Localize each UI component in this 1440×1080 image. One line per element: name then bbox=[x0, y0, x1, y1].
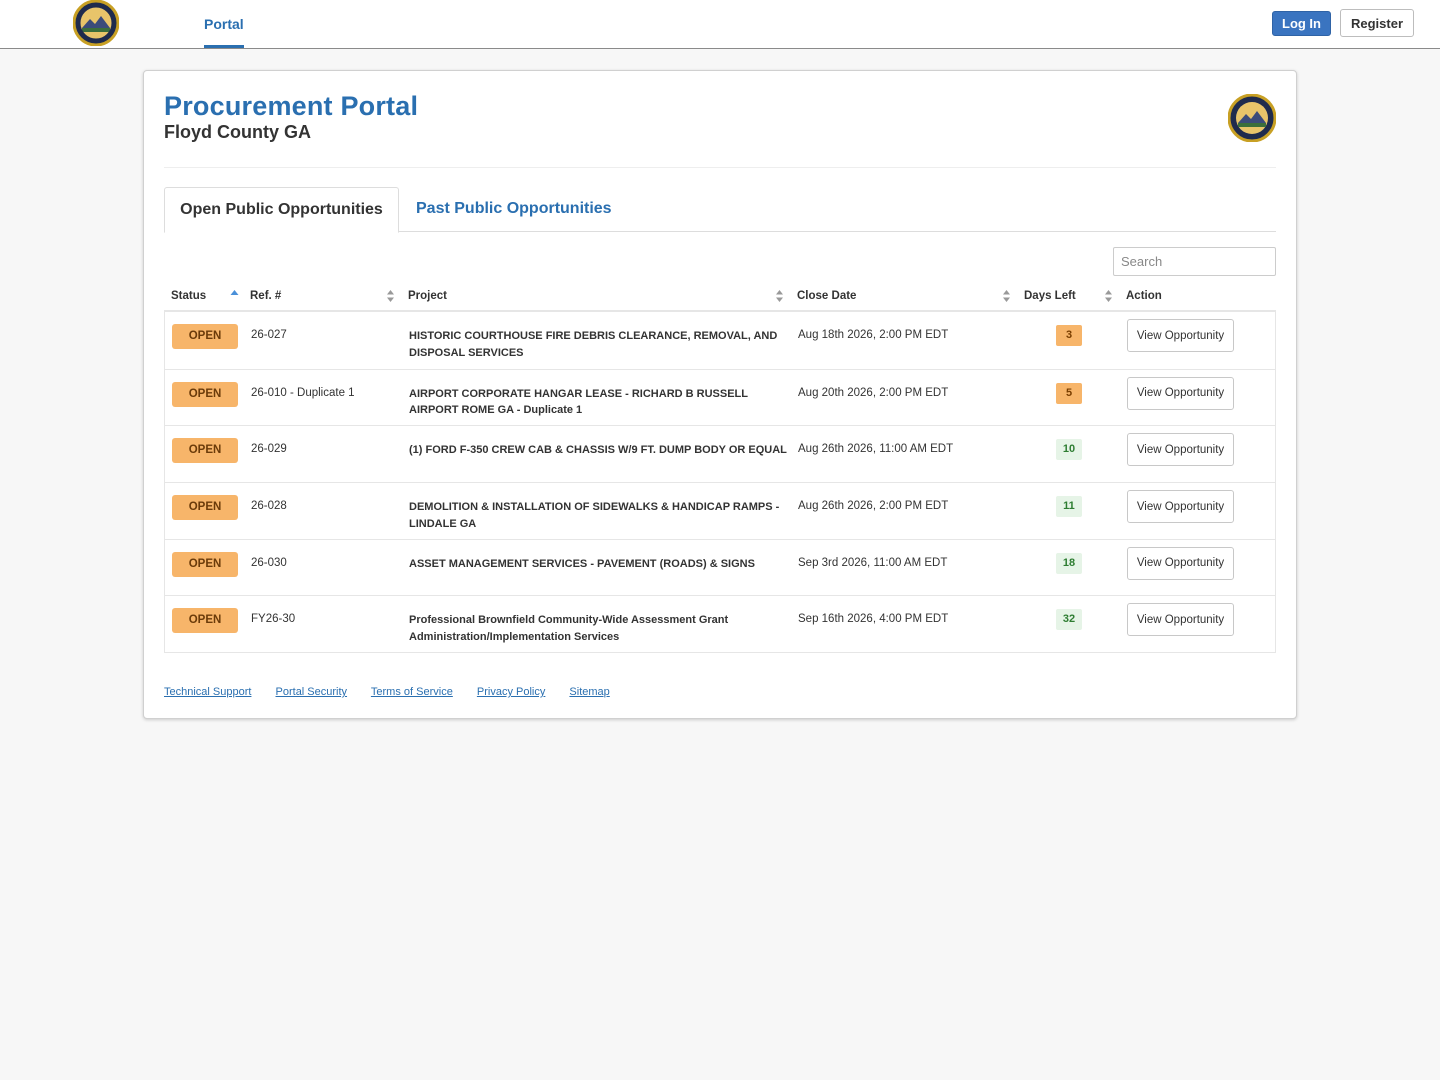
close-date: Sep 16th 2026, 4:00 PM EDT bbox=[798, 613, 949, 626]
top-navbar: Portal Log In Register bbox=[0, 0, 1440, 49]
table-row: OPEN 26-010 - Duplicate 1 AIRPORT CORPOR… bbox=[165, 368, 1275, 426]
close-date: Aug 26th 2026, 11:00 AM EDT bbox=[798, 443, 954, 456]
footer-link-technical-support[interactable]: Technical Support bbox=[164, 686, 251, 698]
column-close-date[interactable]: Close Date bbox=[797, 282, 856, 310]
header-divider bbox=[164, 167, 1276, 168]
table-row: OPEN 26-027 HISTORIC COURTHOUSE FIRE DEB… bbox=[165, 312, 1275, 369]
days-left-badge: 11 bbox=[1056, 496, 1082, 518]
opportunity-tabs: Open Public Opportunities Past Public Op… bbox=[164, 187, 1276, 233]
days-left-badge: 32 bbox=[1056, 609, 1082, 631]
login-button[interactable]: Log In bbox=[1272, 11, 1331, 36]
table-row: OPEN 26-030 ASSET MANAGEMENT SERVICES - … bbox=[165, 538, 1275, 596]
table-body: OPEN 26-027 HISTORIC COURTHOUSE FIRE DEB… bbox=[164, 312, 1276, 654]
footer-link-sitemap[interactable]: Sitemap bbox=[569, 686, 609, 698]
ref-number: FY26-30 bbox=[251, 613, 296, 626]
view-opportunity-button[interactable]: View Opportunity bbox=[1127, 433, 1234, 467]
view-opportunity-button[interactable]: View Opportunity bbox=[1127, 376, 1234, 410]
close-date: Aug 26th 2026, 2:00 PM EDT bbox=[798, 500, 949, 513]
ref-number: 26-030 bbox=[251, 556, 287, 569]
footer-link-portal-security[interactable]: Portal Security bbox=[276, 686, 348, 698]
view-opportunity-button[interactable]: View Opportunity bbox=[1127, 603, 1234, 637]
sort-arrows-icon[interactable] bbox=[775, 282, 785, 310]
ref-number: 26-010 - Duplicate 1 bbox=[251, 386, 355, 399]
search-input[interactable] bbox=[1113, 247, 1276, 276]
sort-asc-icon[interactable] bbox=[230, 282, 240, 310]
ref-number: 26-028 bbox=[251, 500, 287, 513]
page-subtitle: Floyd County GA bbox=[164, 122, 311, 142]
floyd-county-seal-icon[interactable] bbox=[73, 0, 119, 46]
days-left-badge: 10 bbox=[1056, 439, 1082, 461]
close-date: Aug 20th 2026, 2:00 PM EDT bbox=[798, 386, 949, 399]
view-opportunity-button[interactable]: View Opportunity bbox=[1127, 319, 1234, 352]
status-badge: OPEN bbox=[172, 551, 238, 577]
footer-link-privacy-policy[interactable]: Privacy Policy bbox=[477, 686, 545, 698]
floyd-county-seal-icon bbox=[1228, 94, 1276, 142]
column-project[interactable]: Project bbox=[408, 282, 447, 310]
table-row: OPEN 26-028 DEMOLITION & INSTALLATION OF… bbox=[165, 482, 1275, 539]
tab-past-opportunities[interactable]: Past Public Opportunities bbox=[416, 187, 612, 232]
footer-links: Technical Support Portal Security Terms … bbox=[164, 686, 631, 698]
project-title: Professional Brownfield Community-Wide A… bbox=[409, 614, 729, 643]
table-row: OPEN FY26-30 Professional Brownfield Com… bbox=[165, 595, 1275, 652]
ref-number: 26-027 bbox=[251, 329, 287, 341]
status-badge: OPEN bbox=[172, 495, 238, 521]
table-header: Status Ref. # Project Close Date Days Le… bbox=[164, 282, 1276, 312]
portal-card: Procurement Portal Floyd County GA Open … bbox=[143, 70, 1297, 719]
project-title: (1) FORD F-350 CREW CAB & CHASSIS W/9 FT… bbox=[409, 444, 787, 457]
table-row: OPEN 26-029 (1) FORD F-350 CREW CAB & CH… bbox=[165, 425, 1275, 482]
days-left-badge: 5 bbox=[1056, 382, 1082, 404]
sort-arrows-icon[interactable] bbox=[1104, 282, 1114, 310]
project-title: HISTORIC COURTHOUSE FIRE DEBRIS CLEARANC… bbox=[409, 330, 778, 359]
view-opportunity-button[interactable]: View Opportunity bbox=[1127, 546, 1234, 580]
days-left-badge: 18 bbox=[1056, 552, 1082, 574]
status-badge: OPEN bbox=[172, 324, 238, 349]
column-status[interactable]: Status bbox=[171, 282, 206, 310]
sort-arrows-icon[interactable] bbox=[386, 282, 396, 310]
status-badge: OPEN bbox=[172, 381, 238, 407]
footer-link-terms-of-service[interactable]: Terms of Service bbox=[371, 686, 453, 698]
nav-portal-link[interactable]: Portal bbox=[204, 0, 244, 48]
project-title: ASSET MANAGEMENT SERVICES - PAVEMENT (RO… bbox=[409, 557, 755, 570]
close-date: Sep 3rd 2026, 11:00 AM EDT bbox=[798, 556, 948, 569]
opportunities-table: Status Ref. # Project Close Date Days Le… bbox=[164, 282, 1276, 654]
ref-number: 26-029 bbox=[251, 443, 287, 456]
tab-open-opportunities[interactable]: Open Public Opportunities bbox=[164, 187, 399, 233]
column-ref[interactable]: Ref. # bbox=[250, 282, 281, 310]
register-button[interactable]: Register bbox=[1340, 9, 1414, 37]
column-days-left[interactable]: Days Left bbox=[1024, 282, 1076, 310]
status-badge: OPEN bbox=[172, 608, 238, 634]
view-opportunity-button[interactable]: View Opportunity bbox=[1127, 490, 1234, 524]
page-title: Procurement Portal bbox=[164, 91, 419, 121]
sort-arrows-icon[interactable] bbox=[1002, 282, 1012, 310]
status-badge: OPEN bbox=[172, 438, 238, 464]
column-action: Action bbox=[1126, 290, 1162, 302]
close-date: Aug 18th 2026, 2:00 PM EDT bbox=[798, 329, 949, 341]
project-title: DEMOLITION & INSTALLATION OF SIDEWALKS &… bbox=[409, 501, 780, 530]
project-title: AIRPORT CORPORATE HANGAR LEASE - RICHARD… bbox=[409, 387, 748, 417]
days-left-badge: 3 bbox=[1056, 325, 1082, 346]
